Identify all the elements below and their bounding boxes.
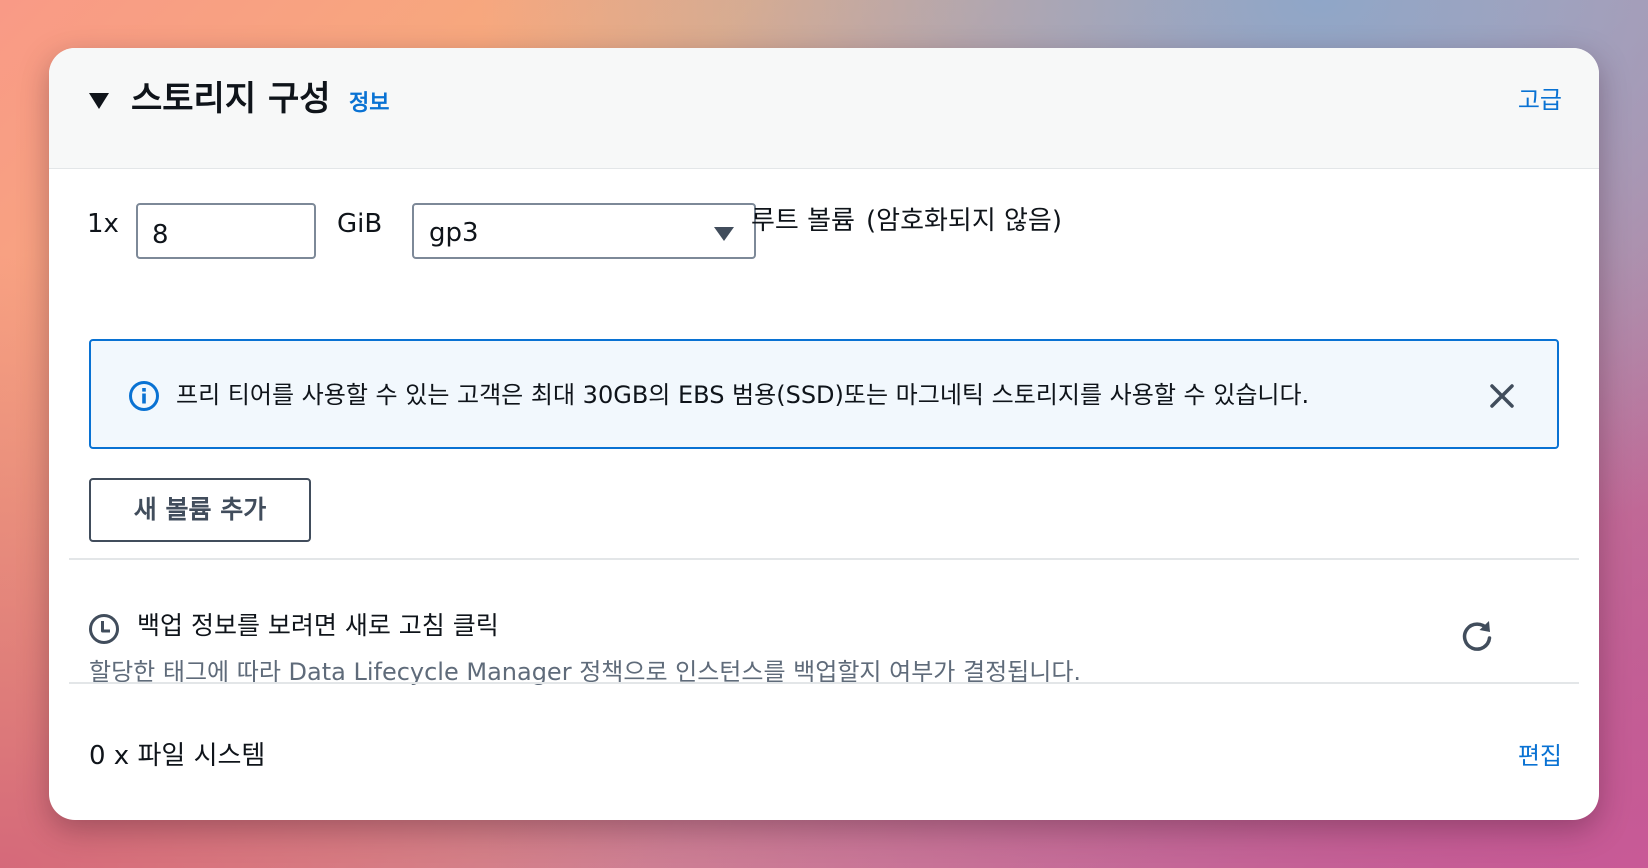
panel-header[interactable]: 스토리지 구성 정보 고급 bbox=[49, 48, 1599, 169]
volume-count: 1x bbox=[87, 209, 119, 239]
file-systems-label: 0 x 파일 시스템 bbox=[89, 741, 266, 771]
info-circle-icon bbox=[129, 381, 159, 411]
storage-config-panel: 스토리지 구성 정보 고급 1x 8 GiB gp3 루트 볼륨 (암호화되지 … bbox=[49, 48, 1599, 820]
chevron-down-icon bbox=[714, 227, 734, 241]
volume-size-input[interactable]: 8 bbox=[136, 203, 316, 259]
alert-message: 프리 티어를 사용할 수 있는 고객은 최대 30GB의 EBS 범용(SSD)… bbox=[176, 381, 1310, 409]
divider bbox=[69, 558, 1579, 560]
root-volume-label: 루트 볼륨 bbox=[751, 206, 855, 236]
info-link[interactable]: 정보 bbox=[349, 90, 389, 118]
divider bbox=[69, 682, 1579, 684]
volume-type-value: gp3 bbox=[429, 218, 479, 248]
backup-info-title: 백업 정보를 보려면 새로 고침 클릭 bbox=[137, 611, 499, 640]
backup-info-description: 할당한 태그에 따라 Data Lifecycle Manager 정책으로 인… bbox=[89, 658, 1082, 686]
caret-down-icon[interactable] bbox=[89, 93, 109, 109]
encryption-status: (암호화되지 않음) bbox=[866, 206, 1062, 236]
advanced-link[interactable]: 고급 bbox=[1518, 83, 1562, 117]
add-volume-button[interactable]: 새 볼륨 추가 bbox=[89, 478, 311, 542]
close-icon[interactable] bbox=[1485, 379, 1519, 413]
panel-title: 스토리지 구성 bbox=[131, 79, 331, 119]
volume-type-select[interactable]: gp3 bbox=[412, 203, 756, 259]
free-tier-alert: 프리 티어를 사용할 수 있는 고객은 최대 30GB의 EBS 범용(SSD)… bbox=[89, 339, 1559, 449]
edit-link[interactable]: 편집 bbox=[1518, 738, 1562, 774]
clock-icon bbox=[89, 614, 119, 644]
volume-size-unit: GiB bbox=[337, 209, 383, 239]
refresh-icon[interactable] bbox=[1459, 618, 1495, 654]
